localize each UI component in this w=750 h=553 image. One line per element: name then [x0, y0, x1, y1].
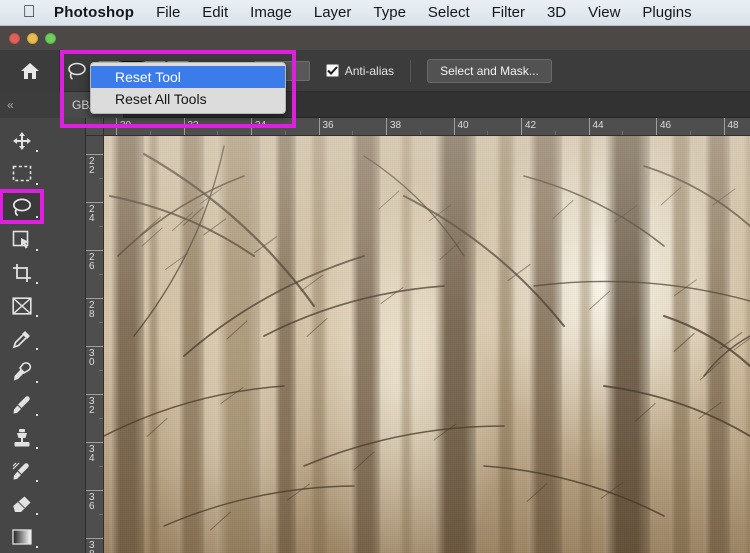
tool-move[interactable]: [0, 124, 43, 157]
tool-crop[interactable]: [0, 256, 43, 289]
tool-group-indicator: [36, 513, 38, 515]
tool-lasso[interactable]: [0, 189, 44, 224]
healing-brush-tool-icon: [13, 361, 31, 380]
home-button[interactable]: [0, 49, 60, 92]
forest-photo: [104, 136, 750, 553]
menu-filter[interactable]: Filter: [492, 4, 525, 21]
apple-logo-icon[interactable]: : [16, 3, 42, 20]
ruler-tick-v: 38: [86, 538, 103, 553]
tool-eyedropper[interactable]: [0, 322, 43, 355]
menu-type[interactable]: Type: [373, 4, 406, 21]
menu-item-reset-all-tools[interactable]: Reset All Tools: [91, 88, 285, 110]
gradient-tool-icon: [11, 528, 32, 545]
tool-group-indicator: [36, 150, 38, 152]
ruler-tick-h: 38: [386, 118, 401, 135]
ruler-tick-h: 34: [251, 118, 266, 135]
tool-history-brush[interactable]: [0, 454, 43, 487]
brush-tool-icon: [13, 395, 30, 413]
move-tool-icon: [12, 131, 31, 150]
tool-frame[interactable]: [0, 289, 43, 322]
window-title-bar: [0, 26, 750, 50]
ruler-tick-h: 42: [521, 118, 536, 135]
ruler-tick-h: 48: [723, 118, 739, 135]
tool-group-indicator: [36, 315, 38, 317]
tool-group-indicator: [36, 414, 38, 416]
ruler-tick-v: 34: [86, 442, 103, 464]
tool-healing-brush[interactable]: [0, 355, 43, 388]
minimize-button[interactable]: [27, 33, 38, 44]
ruler-tick-v: 24: [86, 202, 103, 224]
menu-edit[interactable]: Edit: [202, 4, 228, 21]
image-canvas[interactable]: [104, 136, 750, 553]
tool-group-indicator: [36, 216, 38, 218]
menu-view[interactable]: View: [588, 4, 620, 21]
eyedropper-tool-icon: [12, 330, 30, 348]
frame-tool-icon: [11, 296, 32, 315]
ruler-tick-v: 28: [86, 298, 103, 320]
reset-tool-context-menu[interactable]: Reset Tool Reset All Tools: [90, 62, 286, 114]
tool-group-indicator: [36, 546, 38, 548]
ruler-tick-v: 30: [86, 346, 103, 368]
tool-clone-stamp[interactable]: [0, 421, 43, 454]
collapse-panel-button[interactable]: «: [0, 92, 60, 118]
ruler-tick-v: 36: [86, 490, 103, 512]
photo-grain-overlay: [104, 136, 750, 553]
menu-file[interactable]: File: [156, 4, 180, 21]
menu-select[interactable]: Select: [428, 4, 470, 21]
close-button[interactable]: [9, 33, 20, 44]
photoshop-window:  Photoshop File Edit Image Layer Type S…: [0, 0, 750, 553]
tool-group-indicator: [36, 282, 38, 284]
eraser-tool-icon: [12, 496, 30, 512]
history-brush-tool-icon: [12, 462, 29, 479]
tools-panel: ⇱: [0, 118, 86, 553]
menu-plugins[interactable]: Plugins: [642, 4, 691, 21]
ruler-tick-h: 40: [453, 118, 469, 135]
select-and-mask-button[interactable]: Select and Mask...: [427, 58, 552, 83]
ruler-tick-h: 32: [183, 118, 199, 135]
clone-stamp-tool-icon: [14, 428, 29, 446]
ruler-tick-v: 26: [86, 250, 103, 272]
ruler-tick-v: 32: [86, 394, 103, 416]
ruler-tick-h: 46: [656, 118, 671, 135]
tool-group-indicator: [36, 381, 38, 383]
menu-image[interactable]: Image: [250, 4, 292, 21]
tool-group-indicator: [36, 348, 38, 350]
menu-3d[interactable]: 3D: [547, 4, 566, 21]
vertical-ruler[interactable]: 22 24 26 28 30 32 34 36 38: [86, 136, 104, 553]
menu-app-name[interactable]: Photoshop: [54, 4, 134, 21]
menu-layer[interactable]: Layer: [314, 4, 352, 21]
tool-group-indicator: [36, 249, 38, 251]
ruler-tick-v: 22: [86, 154, 103, 176]
ruler-tick-h: 36: [318, 118, 334, 135]
horizontal-ruler[interactable]: 30 32 34 36 38 40 42 44 46 48: [104, 118, 750, 136]
tool-group-indicator: [36, 183, 38, 185]
tool-group-indicator: [36, 480, 38, 482]
macos-menu-bar:  Photoshop File Edit Image Layer Type S…: [0, 0, 750, 26]
zoom-button[interactable]: [45, 33, 56, 44]
options-divider: [410, 59, 412, 82]
tool-eraser[interactable]: [0, 487, 43, 520]
antialias-checkbox-wrapper[interactable]: Anti-alias: [325, 63, 395, 78]
lasso-tool-icon: [12, 198, 31, 216]
crop-tool-icon: [12, 263, 31, 282]
ruler-corner: [86, 118, 104, 136]
antialias-checkbox[interactable]: [325, 64, 339, 77]
tool-object-selection[interactable]: [0, 223, 43, 256]
checkmark-icon: [326, 66, 338, 75]
tool-gradient[interactable]: [0, 520, 43, 553]
menu-item-reset-tool[interactable]: Reset Tool: [91, 66, 285, 88]
ruler-tick-h: 30: [116, 118, 131, 135]
object-selection-tool-icon: [12, 230, 29, 248]
home-icon: [20, 62, 39, 79]
antialias-label: Anti-alias: [344, 63, 395, 78]
lasso-tool-icon: [68, 62, 86, 80]
tool-brush[interactable]: [0, 388, 43, 421]
rectangular-marquee-tool-icon: [12, 165, 31, 182]
tool-marquee[interactable]: [0, 157, 43, 190]
tool-group-indicator: [36, 447, 38, 449]
ruler-tick-h: 44: [588, 118, 604, 135]
active-tool-preview[interactable]: [60, 61, 94, 81]
